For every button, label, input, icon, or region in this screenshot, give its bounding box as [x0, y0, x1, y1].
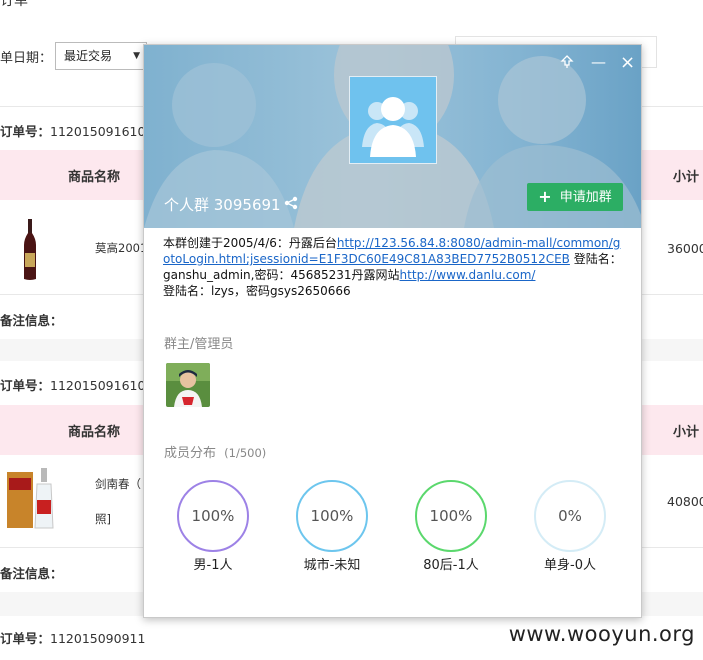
order-number-row: 订单号：112015091610 — [0, 375, 145, 394]
members-section-label: 成员分布 (1/500) — [164, 442, 266, 461]
close-button[interactable]: × — [620, 52, 635, 73]
watermark: www.wooyun.org — [508, 622, 695, 646]
share-icon[interactable] — [284, 196, 298, 210]
minimize-button[interactable]: — — [591, 53, 606, 71]
order-number-label: 订单号： — [0, 124, 51, 139]
liquor-box-image — [7, 468, 54, 529]
product-subtotal: 40800 — [667, 494, 703, 509]
date-filter-label: 单日期： — [0, 51, 53, 66]
date-filter-value: 最近交易 — [64, 49, 113, 63]
single-stat-label: 单身-0人 — [544, 558, 596, 573]
order-number-label: 订单号： — [0, 631, 51, 646]
order-number-label: 订单号： — [0, 378, 51, 393]
admin-avatar[interactable] — [166, 363, 210, 407]
description-text: 本群创建于2005/4/6：丹露后台 — [163, 236, 337, 250]
column-subtotal: 小计 — [673, 170, 700, 185]
order-number-row: 订单号：112015091610 — [0, 121, 145, 140]
product-subtotal: 36000 — [667, 241, 703, 256]
group-hero-banner: — × 个人群 3095691 + 申请加群 — [144, 45, 641, 228]
order-number-row: 订单号：112015090911 — [0, 628, 145, 647]
product-name[interactable]: 莫高2001 — [95, 240, 147, 256]
plus-icon: + — [538, 187, 552, 206]
members-count: (1/500) — [224, 446, 267, 460]
admins-section-label: 群主/管理员 — [164, 337, 234, 352]
column-subtotal: 小计 — [673, 425, 700, 440]
age-stat-circle: 100% — [415, 480, 487, 552]
city-stat-label: 城市-未知 — [303, 558, 361, 573]
wine-bottle-image — [24, 219, 36, 280]
city-stat-circle: 100% — [296, 480, 368, 552]
product-name-continued[interactable]: 照] — [95, 511, 111, 527]
join-group-label: 申请加群 — [559, 190, 612, 205]
product-name[interactable]: 剑南春（ — [95, 476, 141, 492]
order-number: 112015091610 — [50, 124, 146, 139]
group-name: 个人群 3095691 — [164, 196, 281, 214]
group-avatar — [349, 76, 437, 164]
order-number: 112015090911 — [50, 631, 146, 646]
pin-icon[interactable] — [560, 55, 574, 73]
group-description: 本群创建于2005/4/6：丹露后台http://123.56.84.8:808… — [163, 235, 623, 299]
single-stat-circle: 0% — [534, 480, 606, 552]
order-note-label: 备注信息： — [0, 313, 63, 328]
join-group-button[interactable]: + 申请加群 — [527, 183, 623, 211]
column-product-name: 商品名称 — [68, 425, 121, 440]
page-title: 订单 — [0, 0, 28, 9]
date-filter-select[interactable]: 最近交易 ▼ — [55, 42, 147, 70]
dropdown-arrow-icon: ▼ — [133, 51, 140, 61]
order-number: 112015091610 — [50, 378, 146, 393]
group-info-popup: — × 个人群 3095691 + 申请加群 本群创建于2005/4/6：丹露后台… — [143, 44, 642, 618]
age-stat-label: 80后-1人 — [423, 558, 479, 573]
description-text: 登陆名：lzys，密码gsys2650666 — [163, 284, 351, 298]
gender-stat-label: 男-1人 — [193, 558, 233, 573]
order-note-label: 备注信息： — [0, 566, 63, 581]
site-link[interactable]: http://www.danlu.com/ — [400, 268, 536, 282]
gender-stat-circle: 100% — [177, 480, 249, 552]
members-label: 成员分布 — [164, 446, 217, 461]
column-product-name: 商品名称 — [68, 170, 121, 185]
group-avatar-icon — [362, 97, 424, 157]
